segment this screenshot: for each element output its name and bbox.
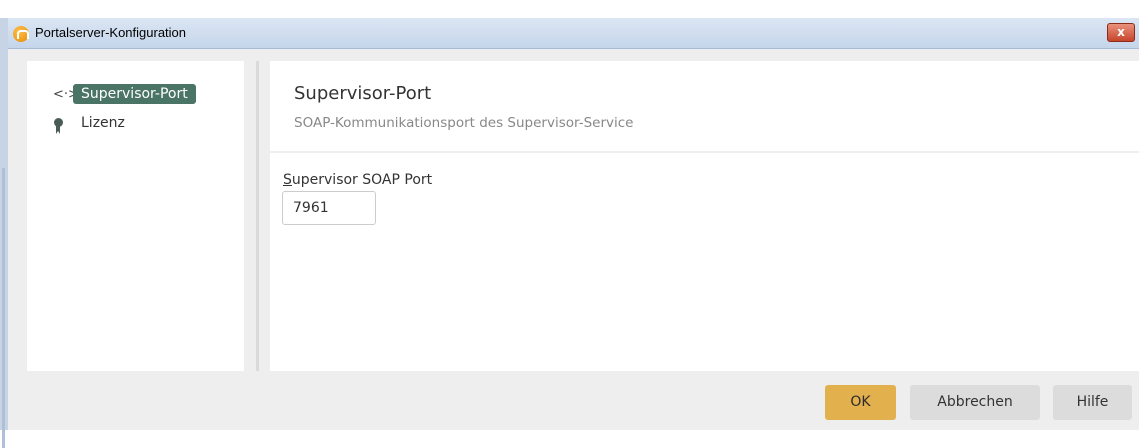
nav-item-label: Lizenz — [81, 115, 125, 131]
title-bar[interactable]: Portalserver-Konfiguration x — [8, 18, 1139, 49]
label-text: upervisor SOAP Port — [291, 172, 433, 188]
page-header: Supervisor-Port SOAP-Kommunikationsport … — [270, 61, 1139, 151]
close-button[interactable]: x — [1107, 23, 1135, 42]
supervisor-soap-port-input[interactable] — [282, 191, 376, 225]
background-window-edge — [0, 18, 8, 448]
ok-button[interactable]: OK — [825, 385, 896, 420]
panel-splitter[interactable] — [256, 61, 259, 371]
app-logo-icon — [13, 26, 29, 42]
label-mnemonic: S — [283, 172, 292, 188]
dialog-window: Portalserver-Konfiguration x <·> Supervi… — [8, 18, 1139, 430]
page-title: Supervisor-Port — [294, 83, 432, 104]
page-subtitle: SOAP-Kommunikationsport des Supervisor-S… — [294, 115, 634, 131]
navigation-panel — [27, 61, 244, 371]
nav-item-lizenz[interactable]: Lizenz — [53, 110, 133, 136]
nav-item-label: Supervisor-Port — [73, 84, 196, 104]
background-window-accent — [2, 168, 5, 448]
close-icon: x — [1117, 25, 1125, 39]
content-panel: Supervisor SOAP Port — [270, 153, 1139, 371]
cancel-button[interactable]: Abbrechen — [910, 385, 1040, 420]
nav-item-supervisor-port[interactable]: <·> Supervisor-Port — [53, 81, 196, 107]
award-ribbon-icon — [53, 116, 73, 134]
help-button[interactable]: Hilfe — [1053, 385, 1132, 420]
supervisor-soap-port-label: Supervisor SOAP Port — [283, 172, 432, 188]
window-title: Portalserver-Konfiguration — [35, 25, 187, 40]
bidirectional-arrow-icon: <·> — [53, 86, 79, 102]
backdrop — [0, 0, 1139, 18]
